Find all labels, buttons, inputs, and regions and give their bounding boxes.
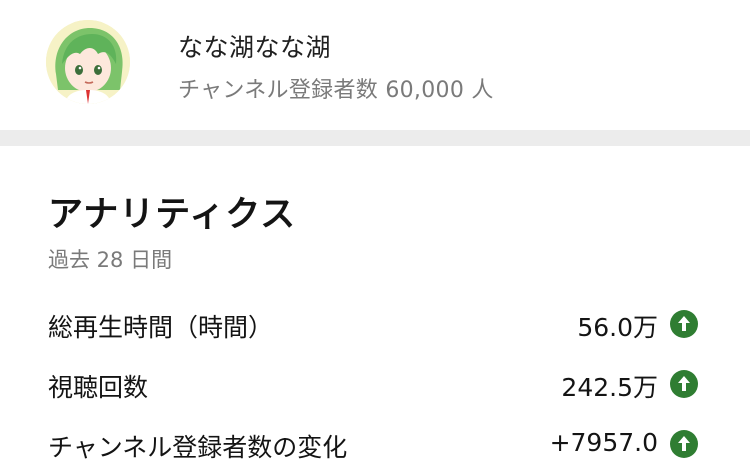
period-label: 過去 28 日間 bbox=[48, 248, 173, 272]
arrow-up-icon bbox=[670, 310, 698, 338]
metric-row-subscriber-change[interactable]: チャンネル登録者数の変化 +7957.0 bbox=[0, 420, 750, 469]
metric-label: 視聴回数 bbox=[48, 373, 149, 402]
metric-row-views[interactable]: 視聴回数 242.5万 bbox=[0, 360, 750, 412]
channel-header[interactable]: なな湖なな湖 チャンネル登録者数 60,000 人 bbox=[0, 0, 750, 130]
subscriber-count: チャンネル登録者数 60,000 人 bbox=[178, 78, 494, 103]
analytics-card[interactable]: アナリティクス 過去 28 日間 総再生時間（時間） 56.0万 視聴回数 24… bbox=[0, 146, 750, 469]
arrow-up-icon bbox=[670, 430, 698, 458]
metric-value: +7957.0 bbox=[549, 428, 658, 457]
channel-name[interactable]: なな湖なな湖 bbox=[178, 28, 331, 64]
metric-label: 総再生時間（時間） bbox=[48, 313, 274, 342]
page: なな湖なな湖 チャンネル登録者数 60,000 人 アナリティクス 過去 28 … bbox=[0, 0, 750, 469]
avatar[interactable] bbox=[46, 20, 130, 104]
section-divider bbox=[0, 130, 750, 146]
avatar-illustration bbox=[46, 20, 130, 104]
metric-value: 56.0万 bbox=[577, 313, 658, 342]
arrow-up-icon bbox=[670, 370, 698, 398]
metric-value: 242.5万 bbox=[561, 373, 658, 402]
metric-label: チャンネル登録者数の変化 bbox=[48, 433, 348, 462]
analytics-title: アナリティクス bbox=[48, 195, 297, 235]
metric-row-watch-time[interactable]: 総再生時間（時間） 56.0万 bbox=[0, 300, 750, 352]
